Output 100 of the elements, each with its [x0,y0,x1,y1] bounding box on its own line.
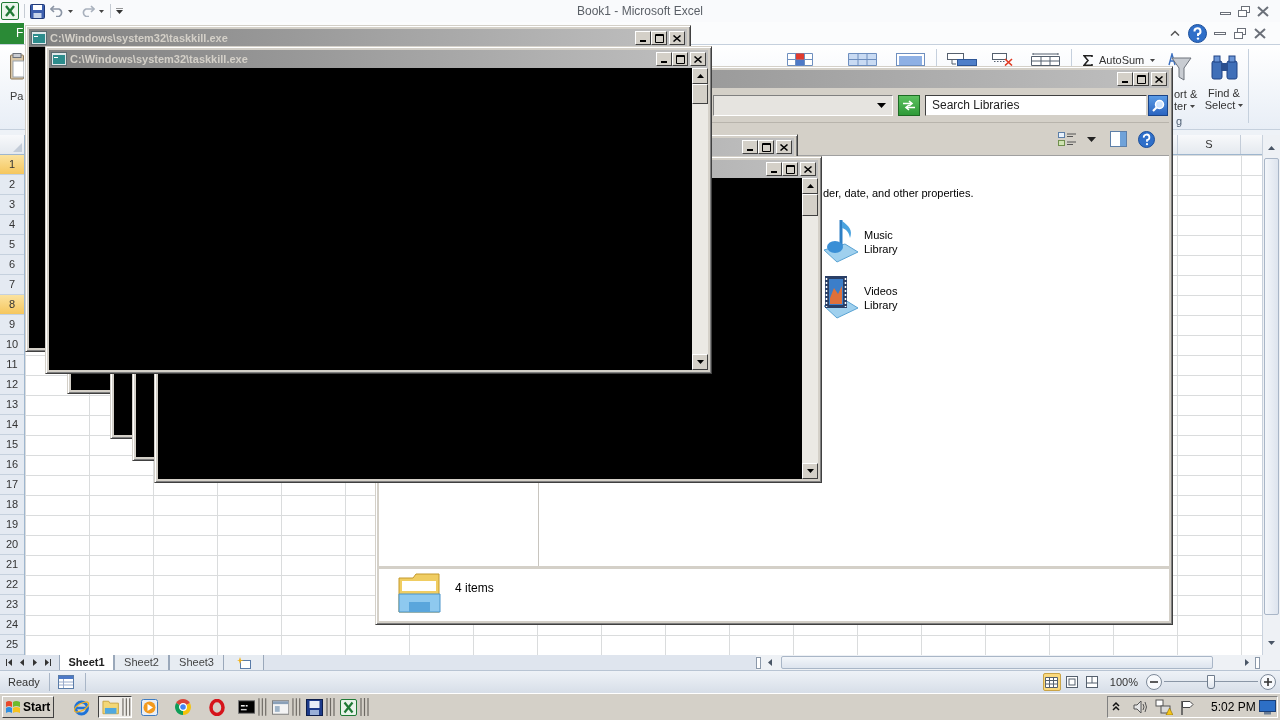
sheet-tab[interactable]: Sheet2 [114,655,169,670]
scrollbar[interactable] [692,68,708,370]
row-header[interactable]: 15 [0,435,24,455]
search-button[interactable] [1148,94,1168,116]
row-header[interactable]: 3 [0,195,24,215]
maximize-button[interactable] [672,52,688,66]
redo-button[interactable] [81,2,104,20]
row-header[interactable]: 18 [0,495,24,515]
find-select-button[interactable]: Find & Select [1202,53,1246,112]
delete-cells-icon[interactable] [992,53,1013,66]
row-header[interactable]: 14 [0,415,24,435]
row-header[interactable]: 21 [0,555,24,575]
maximize-button[interactable] [758,140,774,154]
minimize-button[interactable] [635,31,651,45]
scroll-down-button[interactable] [802,463,818,479]
minimize-button[interactable] [1117,72,1133,86]
row-header[interactable]: 20 [0,535,24,555]
row-header[interactable]: 23 [0,595,24,615]
zoom-slider-thumb[interactable] [1207,675,1215,689]
help-button[interactable] [1187,23,1207,43]
row-header[interactable]: 9 [0,315,24,335]
maximize-button[interactable] [651,31,667,45]
split-handle[interactable] [756,656,761,669]
cell-grid[interactable] [25,374,67,394]
sheet-tab[interactable]: Sheet1 [59,655,114,670]
spreadsheet-logo-icon[interactable] [1,2,19,20]
row-header[interactable]: 10 [0,335,24,355]
sheet-tab[interactable]: Sheet3 [169,655,224,670]
maximize-button[interactable] [782,162,798,176]
insert-sheet-button[interactable] [224,655,264,670]
row-header[interactable]: 24 [0,615,24,635]
scroll-down-button[interactable] [692,354,708,370]
row-header[interactable]: 5 [0,235,24,255]
scroll-thumb[interactable] [1264,158,1279,615]
view-button[interactable] [1042,673,1061,691]
cell-grid[interactable] [25,352,45,374]
row-header[interactable]: 16 [0,455,24,475]
row-header[interactable]: 8 [0,295,24,315]
cell-grid[interactable] [25,439,132,461]
address-field[interactable] [713,94,893,116]
restore-button[interactable] [1233,26,1247,40]
cell-grid[interactable] [1173,155,1262,655]
row-header[interactable]: 1 [0,155,24,175]
show-hidden-icons-button[interactable] [1112,701,1122,713]
column-header[interactable]: S [1177,135,1241,154]
row-header[interactable]: 2 [0,175,24,195]
format-cells-icon[interactable] [1031,53,1060,66]
ribbon-tab[interactable]: F [0,23,24,44]
maximize-button[interactable] [1133,72,1149,86]
zoom-slider[interactable] [1162,674,1260,690]
show-desktop-button[interactable] [1259,699,1276,715]
scroll-up-button[interactable] [692,68,708,84]
library-item[interactable]: Music Library [823,218,904,264]
caret-icon [1150,58,1156,62]
go-button[interactable] [898,94,920,116]
macro-record-button[interactable] [57,675,74,689]
change-view-button[interactable] [1058,131,1077,147]
cell-grid[interactable] [25,625,1173,655]
row-header[interactable]: 22 [0,575,24,595]
row-header[interactable]: 6 [0,255,24,275]
row-header[interactable]: 25 [0,635,24,655]
zoom-in-button[interactable] [1260,674,1276,690]
insert-cells-icon[interactable] [947,53,977,66]
row-header[interactable]: 13 [0,395,24,415]
flag-icon[interactable] [1180,699,1196,715]
window-icon [272,699,290,715]
row-header[interactable]: 4 [0,215,24,235]
scrollbar[interactable] [802,178,818,479]
minimize-button[interactable] [742,140,758,154]
autosum-button[interactable]: AutoSum [1083,53,1156,67]
cell-grid[interactable] [25,394,110,439]
cell-grid[interactable] [25,483,375,625]
row-header[interactable]: 12 [0,375,24,395]
minimize-button[interactable] [656,52,672,66]
restore-button[interactable] [1237,4,1251,18]
row-header[interactable]: 11 [0,355,24,375]
library-item[interactable]: Videos Library [823,274,904,320]
conditional-format-icon[interactable] [787,53,813,66]
save-button[interactable] [28,2,46,20]
network-warning-icon[interactable] [1155,699,1173,715]
scroll-up-button[interactable] [802,178,818,194]
speaker-icon[interactable] [1133,700,1149,714]
clipboard-icon[interactable] [10,53,24,81]
help-button[interactable] [1138,130,1155,148]
row-header[interactable]: 19 [0,515,24,535]
clock[interactable]: 5:02 PM [1211,698,1256,716]
row-header[interactable]: 17 [0,475,24,495]
start-button[interactable]: Start [2,696,54,718]
preview-pane-button[interactable] [1110,131,1127,147]
sort-filter-icon[interactable] [1168,53,1192,82]
minimize-button[interactable] [766,162,782,176]
search-field[interactable]: Search Libraries [925,94,1147,116]
taskbar-button[interactable] [98,696,132,718]
split-handle[interactable] [1255,656,1260,669]
zoom-out-button[interactable] [1146,674,1162,690]
scroll-thumb[interactable] [781,656,1213,669]
cell-styles-icon[interactable] [896,53,925,66]
row-header[interactable]: 7 [0,275,24,295]
horizontal-scrollbar[interactable] [756,655,1280,670]
chevron-up-icon [1170,30,1180,36]
